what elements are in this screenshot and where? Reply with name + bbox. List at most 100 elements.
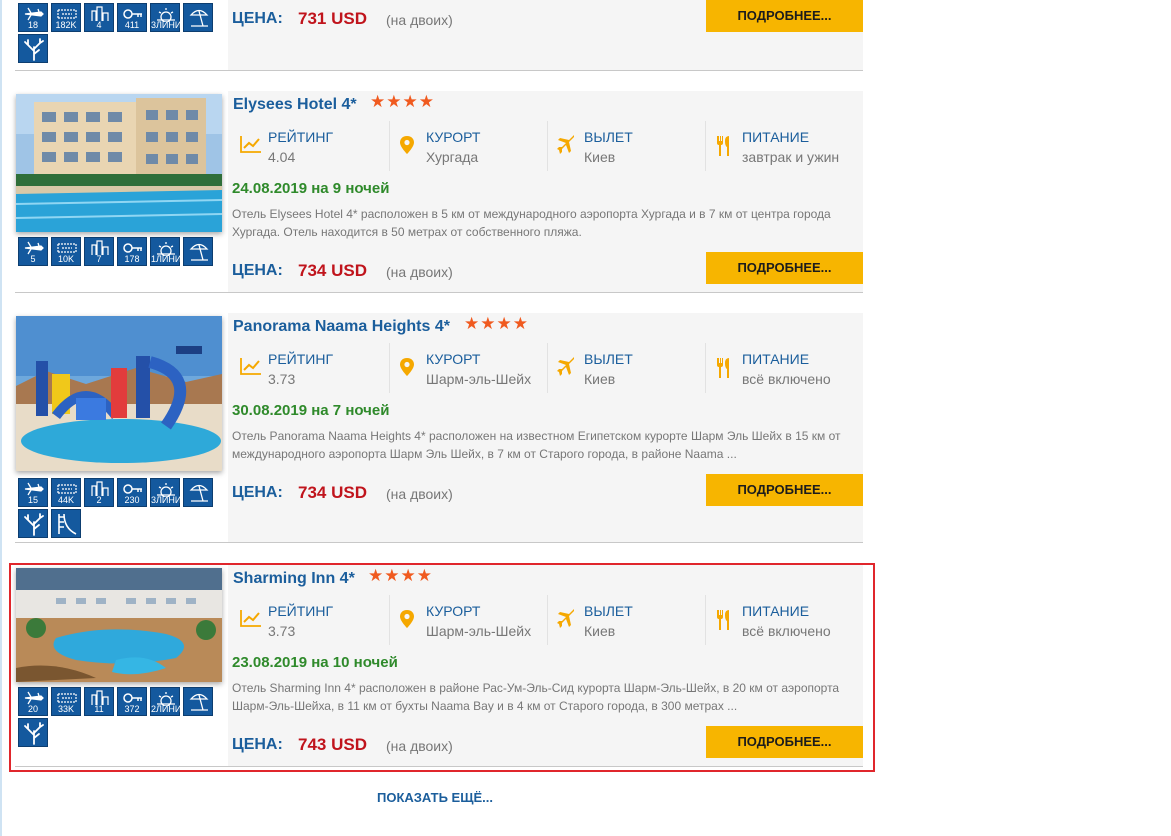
beach-line-value: 3ЛИНИЯ <box>151 495 188 505</box>
card-separator <box>15 542 863 543</box>
buildings-icon: 7 <box>84 237 114 266</box>
hotel-description: Отель Panorama Naama Heights 4* располож… <box>232 429 841 461</box>
rooms-value: 178 <box>124 254 140 264</box>
beach-line-value: 3ЛИНИЯ <box>151 20 188 30</box>
hotel-info-row: РЕЙТИНГ 3.73 КУРОРТ Шарм-эль-Шейх ВЫЛЕТ … <box>232 595 863 645</box>
departure-label: ВЫЛЕТ <box>584 603 633 619</box>
rating-block: РЕЙТИНГ 4.04 <box>232 121 390 171</box>
details-button[interactable]: ПОДРОБНЕЕ... <box>706 252 863 284</box>
tour-dates: 24.08.2019 на 9 ночей <box>232 180 390 197</box>
rooms-key-icon: 230 <box>117 478 147 507</box>
price-value: 734 USD <box>298 261 367 280</box>
beach-line-icon: 1ЛИНИЯ <box>150 237 188 266</box>
meal-value: всё включено <box>742 623 831 639</box>
hotel-stars: ★★★★ <box>464 314 529 333</box>
hotel-stars: ★★★★ <box>370 92 435 111</box>
airport-distance-icon: 5 <box>18 237 48 266</box>
price-value: 743 USD <box>298 735 367 754</box>
beach-umbrella-icon <box>183 237 213 266</box>
resort-value: Хургада <box>426 149 479 165</box>
floors-value: 11 <box>94 704 104 714</box>
rooms-value: 230 <box>124 495 140 505</box>
airport-distance-value: 5 <box>30 254 36 264</box>
hotel-photo[interactable] <box>16 568 222 682</box>
rooms-key-icon: 178 <box>117 237 147 266</box>
departure-block: ВЫЛЕТ Киев <box>548 121 706 171</box>
meal-block: ПИТАНИЕ всё включено <box>706 343 863 393</box>
beach-line-value: 1ЛИНИЯ <box>151 254 188 264</box>
facility-icons: 18 182K 4 411 3ЛИНИЯ <box>18 3 218 63</box>
tour-dates: 30.08.2019 на 7 ночей <box>232 402 390 419</box>
rating-chart-icon <box>240 358 261 375</box>
location-pin-icon <box>400 358 414 376</box>
hotel-photo[interactable] <box>16 94 222 232</box>
departure-label: ВЫЛЕТ <box>584 351 633 367</box>
price-note: (на двоих) <box>386 12 453 28</box>
airport-distance-icon: 15 <box>18 478 48 507</box>
departure-block: ВЫЛЕТ Киев <box>548 343 706 393</box>
price-label: ЦЕНА: <box>232 10 283 27</box>
rating-chart-icon <box>240 610 261 627</box>
hotel-name[interactable]: Sharming Inn 4* <box>233 570 355 588</box>
city-distance-icon: 44K <box>51 478 81 507</box>
details-button[interactable]: ПОДРОБНЕЕ... <box>706 726 863 758</box>
city-distance-value: 44K <box>57 495 74 505</box>
hotel-description: Отель Sharming Inn 4* расположен в район… <box>232 681 840 713</box>
buildings-icon: 11 <box>84 687 114 716</box>
resort-label: КУРОРТ <box>426 351 481 367</box>
airport-distance-icon: 20 <box>18 687 48 716</box>
rating-label: РЕЙТИНГ <box>268 129 334 145</box>
rooms-key-icon: 372 <box>117 687 147 716</box>
departure-value: Киев <box>584 371 616 387</box>
city-distance-value: 182K <box>55 20 77 30</box>
beach-umbrella-icon <box>183 3 213 32</box>
meal-label: ПИТАНИЕ <box>742 351 810 367</box>
details-button[interactable]: ПОДРОБНЕЕ... <box>706 0 863 32</box>
city-distance-icon: 33K <box>51 687 81 716</box>
rating-chart-icon <box>240 136 261 153</box>
price-value: 731 USD <box>298 9 367 28</box>
price-label: ЦЕНА: <box>232 262 283 279</box>
price-label: ЦЕНА: <box>232 484 283 501</box>
hotel-card-1: 5 10K 7 178 1ЛИНИЯ Elysees Hotel 4* ★★★★… <box>10 91 863 293</box>
facility-icons: 20 33K 11 372 2ЛИНИЯ <box>18 687 218 747</box>
rating-value: 3.73 <box>268 623 296 639</box>
resort-block: КУРОРТ Шарм-эль-Шейх <box>390 343 548 393</box>
meal-block: ПИТАНИЕ завтрак и ужин <box>706 121 863 171</box>
facility-icons: 5 10K 7 178 1ЛИНИЯ <box>18 237 218 266</box>
beach-line-icon: 2ЛИНИЯ <box>150 687 188 716</box>
hotel-card-3: 20 33K 11 372 2ЛИНИЯ Sharming Inn 4* ★★★… <box>9 563 875 772</box>
airport-distance-icon: 18 <box>18 3 48 32</box>
departure-value: Киев <box>584 149 616 165</box>
city-distance-value: 10K <box>57 254 74 264</box>
price-note: (на двоих) <box>386 738 453 754</box>
airport-distance-value: 20 <box>27 704 38 714</box>
hotel-photo[interactable] <box>16 316 222 471</box>
coral-reef-icon <box>18 34 48 63</box>
meal-value: всё включено <box>742 371 831 387</box>
rating-block: РЕЙТИНГ 3.73 <box>232 595 390 645</box>
beach-line-icon: 3ЛИНИЯ <box>150 3 188 32</box>
departure-block: ВЫЛЕТ Киев <box>548 595 706 645</box>
city-distance-icon: 10K <box>51 237 81 266</box>
price-label: ЦЕНА: <box>232 736 283 753</box>
floors-value: 4 <box>96 20 102 30</box>
hotel-card-0: 18 182K 4 411 3ЛИНИЯ ЦЕНА: 731 USD (на д… <box>10 0 863 71</box>
coral-reef-icon <box>18 509 48 538</box>
city-distance-icon: 182K <box>51 3 81 32</box>
show-more-link[interactable]: ПОКАЗАТЬ ЕЩЁ... <box>377 790 493 805</box>
hotel-name[interactable]: Panorama Naama Heights 4* <box>233 318 450 336</box>
resort-label: КУРОРТ <box>426 129 481 145</box>
plane-icon <box>557 135 574 154</box>
airport-distance-value: 18 <box>27 20 38 30</box>
rooms-value: 372 <box>124 704 140 714</box>
card-separator <box>15 766 863 767</box>
beach-umbrella-icon <box>183 687 213 716</box>
hotel-info-row: РЕЙТИНГ 4.04 КУРОРТ Хургада ВЫЛЕТ Киев П… <box>232 121 863 171</box>
details-button[interactable]: ПОДРОБНЕЕ... <box>706 474 863 506</box>
rating-value: 4.04 <box>268 149 296 165</box>
resort-label: КУРОРТ <box>426 603 481 619</box>
floors-value: 7 <box>96 254 102 264</box>
rating-label: РЕЙТИНГ <box>268 603 334 619</box>
hotel-name[interactable]: Elysees Hotel 4* <box>233 96 357 114</box>
